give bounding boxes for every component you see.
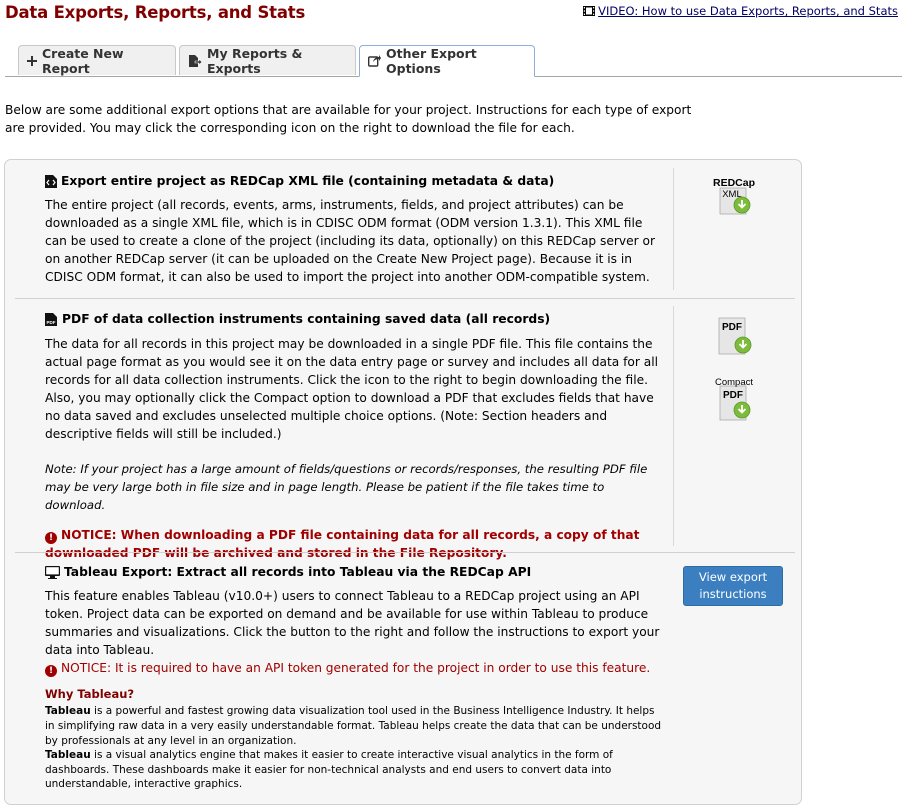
plus-icon bbox=[27, 55, 37, 66]
tableau-bold: Tableau bbox=[45, 705, 91, 718]
download-compact-label: Compact bbox=[715, 377, 753, 388]
page-title: Data Exports, Reports, and Stats bbox=[5, 3, 306, 22]
tab-bar: Create New Report My Reports & Exports O… bbox=[0, 45, 902, 77]
why-tableau-text: is a visual analytics engine that makes … bbox=[45, 749, 613, 791]
download-pdf-icon[interactable]: PDF bbox=[713, 314, 759, 360]
section-body: The data for all records in this project… bbox=[45, 337, 658, 442]
why-tableau-text: is a powerful and fastest growing data v… bbox=[45, 705, 662, 747]
export-options-panel: Export entire project as REDCap XML file… bbox=[4, 159, 802, 805]
tab-label: Create New Report bbox=[42, 45, 124, 76]
intro-line: Below are some additional export options… bbox=[5, 103, 692, 117]
pdf-note: Note: If your project has a large amount… bbox=[45, 461, 648, 512]
section-title-text: Tableau Export: Extract all records into… bbox=[64, 565, 532, 579]
tableau-notice: ! NOTICE: It is required to have an API t… bbox=[45, 659, 825, 678]
pdf-notice-text: NOTICE: When downloading a PDF file cont… bbox=[45, 527, 640, 560]
download-pdf-label: PDF bbox=[722, 322, 742, 333]
tab-label: My Reports & Exports bbox=[207, 45, 303, 76]
intro-line: are provided. You may click the correspo… bbox=[5, 121, 575, 135]
film-icon bbox=[583, 6, 596, 16]
download-compact-pdf-icon[interactable]: Compact PDF bbox=[712, 374, 758, 424]
section-divider bbox=[15, 552, 795, 553]
share-icon bbox=[368, 55, 381, 67]
section-title-text: PDF of data collection instruments conta… bbox=[62, 312, 551, 326]
tableau-bold: Tableau bbox=[45, 749, 91, 762]
pdf-file-icon: PDF bbox=[45, 312, 57, 326]
section-title: PDF PDF of data collection instruments c… bbox=[45, 310, 825, 328]
view-export-instructions-button[interactable]: View export instructions bbox=[683, 566, 783, 606]
why-tableau-paragraph: Tableau is a visual analytics engine tha… bbox=[45, 748, 665, 792]
exclamation-circle-icon: ! bbox=[45, 665, 57, 678]
intro-text: Below are some additional export options… bbox=[5, 101, 705, 137]
xml-export-section: Export entire project as REDCap XML file… bbox=[45, 172, 825, 286]
desktop-icon bbox=[45, 565, 60, 579]
section-title: Export entire project as REDCap XML file… bbox=[45, 172, 825, 190]
section-title-text: Export entire project as REDCap XML file… bbox=[61, 174, 555, 188]
why-tableau-heading: Why Tableau? bbox=[45, 687, 135, 702]
pdf-export-section: PDF PDF of data collection instruments c… bbox=[45, 310, 825, 562]
download-xml-label-top: REDCap bbox=[713, 177, 755, 189]
exclamation-circle-icon: ! bbox=[45, 531, 57, 544]
download-xml-icon[interactable]: REDCap XML bbox=[712, 174, 758, 220]
tab-my-reports-exports[interactable]: My Reports & Exports bbox=[179, 45, 356, 76]
code-file-icon bbox=[45, 174, 57, 188]
section-divider bbox=[15, 298, 795, 299]
tab-other-export-options[interactable]: Other Export Options bbox=[359, 45, 535, 77]
svg-text:PDF: PDF bbox=[47, 320, 56, 325]
tab-label: Other Export Options bbox=[386, 46, 477, 76]
tab-create-new-report[interactable]: Create New Report bbox=[18, 45, 176, 76]
section-body: This feature enables Tableau (v10.0+) us… bbox=[45, 589, 660, 658]
video-link-label[interactable]: VIDEO: How to use Data Exports, Reports,… bbox=[598, 4, 898, 18]
export-icon bbox=[188, 54, 202, 67]
section-body: The entire project (all records, events,… bbox=[45, 198, 655, 285]
video-link[interactable]: VIDEO: How to use Data Exports, Reports,… bbox=[583, 4, 898, 18]
download-compact-pdf-label: PDF bbox=[723, 390, 743, 401]
why-tableau-paragraph: Tableau is a powerful and fastest growin… bbox=[45, 704, 665, 748]
pdf-notice: ! NOTICE: When downloading a PDF file con… bbox=[45, 526, 675, 562]
tableau-notice-text: NOTICE: It is required to have an API to… bbox=[61, 661, 651, 676]
